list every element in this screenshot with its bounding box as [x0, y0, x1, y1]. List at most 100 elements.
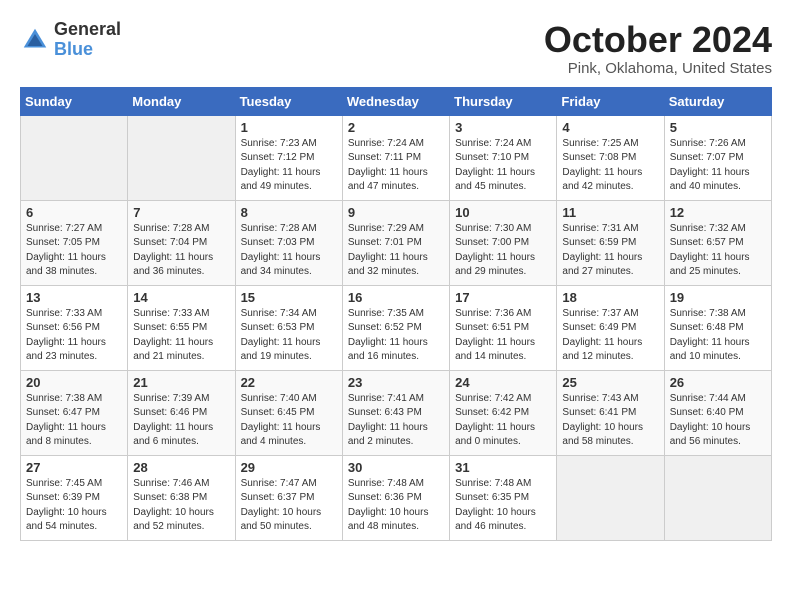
calendar-cell: 31 Sunrise: 7:48 AMSunset: 6:35 PMDayligh… — [450, 455, 557, 540]
day-info: Sunrise: 7:48 AMSunset: 6:35 PMDaylight:… — [455, 477, 551, 535]
day-number: 28 — [133, 460, 229, 475]
day-info: Sunrise: 7:48 AMSunset: 6:36 PMDaylight:… — [348, 477, 444, 535]
day-info: Sunrise: 7:25 AMSunset: 7:08 PMDaylight:… — [562, 137, 658, 195]
day-info: Sunrise: 7:35 AMSunset: 6:52 PMDaylight:… — [348, 307, 444, 365]
day-number: 8 — [241, 205, 337, 220]
calendar-cell: 22 Sunrise: 7:40 AMSunset: 6:45 PMDayligh… — [235, 370, 342, 455]
logo-general-text: General — [54, 20, 121, 40]
day-number: 23 — [348, 375, 444, 390]
logo-icon — [20, 25, 50, 55]
calendar-cell: 12 Sunrise: 7:32 AMSunset: 6:57 PMDayligh… — [664, 200, 771, 285]
calendar-cell: 5 Sunrise: 7:26 AMSunset: 7:07 PMDaylight… — [664, 115, 771, 200]
day-info: Sunrise: 7:39 AMSunset: 6:46 PMDaylight:… — [133, 392, 229, 450]
calendar-body: 1 Sunrise: 7:23 AMSunset: 7:12 PMDaylight… — [21, 115, 772, 540]
calendar-cell: 27 Sunrise: 7:45 AMSunset: 6:39 PMDayligh… — [21, 455, 128, 540]
day-info: Sunrise: 7:26 AMSunset: 7:07 PMDaylight:… — [670, 137, 766, 195]
day-info: Sunrise: 7:37 AMSunset: 6:49 PMDaylight:… — [562, 307, 658, 365]
day-number: 18 — [562, 290, 658, 305]
day-info: Sunrise: 7:36 AMSunset: 6:51 PMDaylight:… — [455, 307, 551, 365]
day-info: Sunrise: 7:45 AMSunset: 6:39 PMDaylight:… — [26, 477, 122, 535]
day-number: 22 — [241, 375, 337, 390]
day-info: Sunrise: 7:29 AMSunset: 7:01 PMDaylight:… — [348, 222, 444, 280]
day-number: 30 — [348, 460, 444, 475]
day-number: 5 — [670, 120, 766, 135]
calendar-cell: 24 Sunrise: 7:42 AMSunset: 6:42 PMDayligh… — [450, 370, 557, 455]
day-info: Sunrise: 7:40 AMSunset: 6:45 PMDaylight:… — [241, 392, 337, 450]
day-number: 31 — [455, 460, 551, 475]
day-info: Sunrise: 7:30 AMSunset: 7:00 PMDaylight:… — [455, 222, 551, 280]
calendar-subtitle: Pink, Oklahoma, United States — [544, 60, 772, 77]
calendar-table: SundayMondayTuesdayWednesdayThursdayFrid… — [20, 87, 772, 541]
header-row: SundayMondayTuesdayWednesdayThursdayFrid… — [21, 87, 772, 115]
day-info: Sunrise: 7:23 AMSunset: 7:12 PMDaylight:… — [241, 137, 337, 195]
day-info: Sunrise: 7:43 AMSunset: 6:41 PMDaylight:… — [562, 392, 658, 450]
day-info: Sunrise: 7:24 AMSunset: 7:10 PMDaylight:… — [455, 137, 551, 195]
day-number: 11 — [562, 205, 658, 220]
day-number: 16 — [348, 290, 444, 305]
day-number: 10 — [455, 205, 551, 220]
calendar-cell: 4 Sunrise: 7:25 AMSunset: 7:08 PMDaylight… — [557, 115, 664, 200]
header-day-tuesday: Tuesday — [235, 87, 342, 115]
calendar-cell: 28 Sunrise: 7:46 AMSunset: 6:38 PMDayligh… — [128, 455, 235, 540]
day-number: 14 — [133, 290, 229, 305]
calendar-cell: 17Sunrise: 7:36 AMSunset: 6:51 PMDayligh… — [450, 285, 557, 370]
calendar-cell: 25Sunrise: 7:43 AMSunset: 6:41 PMDayligh… — [557, 370, 664, 455]
day-number: 24 — [455, 375, 551, 390]
day-number: 27 — [26, 460, 122, 475]
logo-text: General Blue — [54, 20, 121, 60]
calendar-cell: 11 Sunrise: 7:31 AMSunset: 6:59 PMDayligh… — [557, 200, 664, 285]
calendar-cell — [557, 455, 664, 540]
day-info: Sunrise: 7:41 AMSunset: 6:43 PMDaylight:… — [348, 392, 444, 450]
day-number: 6 — [26, 205, 122, 220]
day-info: Sunrise: 7:33 AMSunset: 6:55 PMDaylight:… — [133, 307, 229, 365]
day-number: 20 — [26, 375, 122, 390]
week-row-1: 1 Sunrise: 7:23 AMSunset: 7:12 PMDaylight… — [21, 115, 772, 200]
week-row-2: 6Sunrise: 7:27 AMSunset: 7:05 PMDaylight… — [21, 200, 772, 285]
day-number: 3 — [455, 120, 551, 135]
calendar-cell: 6Sunrise: 7:27 AMSunset: 7:05 PMDaylight… — [21, 200, 128, 285]
day-info: Sunrise: 7:42 AMSunset: 6:42 PMDaylight:… — [455, 392, 551, 450]
calendar-cell: 23 Sunrise: 7:41 AMSunset: 6:43 PMDayligh… — [342, 370, 449, 455]
header-day-monday: Monday — [128, 87, 235, 115]
title-block: October 2024 Pink, Oklahoma, United Stat… — [544, 20, 772, 77]
calendar-cell: 30 Sunrise: 7:48 AMSunset: 6:36 PMDayligh… — [342, 455, 449, 540]
logo-blue-text: Blue — [54, 40, 121, 60]
header-day-friday: Friday — [557, 87, 664, 115]
day-info: Sunrise: 7:24 AMSunset: 7:11 PMDaylight:… — [348, 137, 444, 195]
calendar-cell: 2Sunrise: 7:24 AMSunset: 7:11 PMDaylight… — [342, 115, 449, 200]
calendar-cell: 7 Sunrise: 7:28 AMSunset: 7:04 PMDaylight… — [128, 200, 235, 285]
day-number: 1 — [241, 120, 337, 135]
day-number: 4 — [562, 120, 658, 135]
calendar-title: October 2024 — [544, 20, 772, 60]
calendar-cell: 20 Sunrise: 7:38 AMSunset: 6:47 PMDayligh… — [21, 370, 128, 455]
calendar-cell: 26Sunrise: 7:44 AMSunset: 6:40 PMDayligh… — [664, 370, 771, 455]
week-row-3: 13Sunrise: 7:33 AMSunset: 6:56 PMDayligh… — [21, 285, 772, 370]
day-number: 21 — [133, 375, 229, 390]
calendar-cell — [664, 455, 771, 540]
calendar-cell: 1 Sunrise: 7:23 AMSunset: 7:12 PMDaylight… — [235, 115, 342, 200]
day-info: Sunrise: 7:32 AMSunset: 6:57 PMDaylight:… — [670, 222, 766, 280]
calendar-cell: 18 Sunrise: 7:37 AMSunset: 6:49 PMDayligh… — [557, 285, 664, 370]
header-day-wednesday: Wednesday — [342, 87, 449, 115]
week-row-4: 20 Sunrise: 7:38 AMSunset: 6:47 PMDayligh… — [21, 370, 772, 455]
day-number: 29 — [241, 460, 337, 475]
day-info: Sunrise: 7:47 AMSunset: 6:37 PMDaylight:… — [241, 477, 337, 535]
calendar-cell: 8Sunrise: 7:28 AMSunset: 7:03 PMDaylight… — [235, 200, 342, 285]
calendar-cell: 21 Sunrise: 7:39 AMSunset: 6:46 PMDayligh… — [128, 370, 235, 455]
day-info: Sunrise: 7:28 AMSunset: 7:04 PMDaylight:… — [133, 222, 229, 280]
calendar-cell: 14 Sunrise: 7:33 AMSunset: 6:55 PMDayligh… — [128, 285, 235, 370]
calendar-cell: 13Sunrise: 7:33 AMSunset: 6:56 PMDayligh… — [21, 285, 128, 370]
day-number: 12 — [670, 205, 766, 220]
calendar-cell: 10 Sunrise: 7:30 AMSunset: 7:00 PMDayligh… — [450, 200, 557, 285]
day-info: Sunrise: 7:31 AMSunset: 6:59 PMDaylight:… — [562, 222, 658, 280]
header: General Blue October 2024 Pink, Oklahoma… — [20, 20, 772, 77]
day-info: Sunrise: 7:38 AMSunset: 6:47 PMDaylight:… — [26, 392, 122, 450]
day-info: Sunrise: 7:44 AMSunset: 6:40 PMDaylight:… — [670, 392, 766, 450]
calendar-cell: 19Sunrise: 7:38 AMSunset: 6:48 PMDayligh… — [664, 285, 771, 370]
week-row-5: 27 Sunrise: 7:45 AMSunset: 6:39 PMDayligh… — [21, 455, 772, 540]
day-number: 19 — [670, 290, 766, 305]
day-info: Sunrise: 7:46 AMSunset: 6:38 PMDaylight:… — [133, 477, 229, 535]
day-number: 7 — [133, 205, 229, 220]
header-day-saturday: Saturday — [664, 87, 771, 115]
day-number: 15 — [241, 290, 337, 305]
